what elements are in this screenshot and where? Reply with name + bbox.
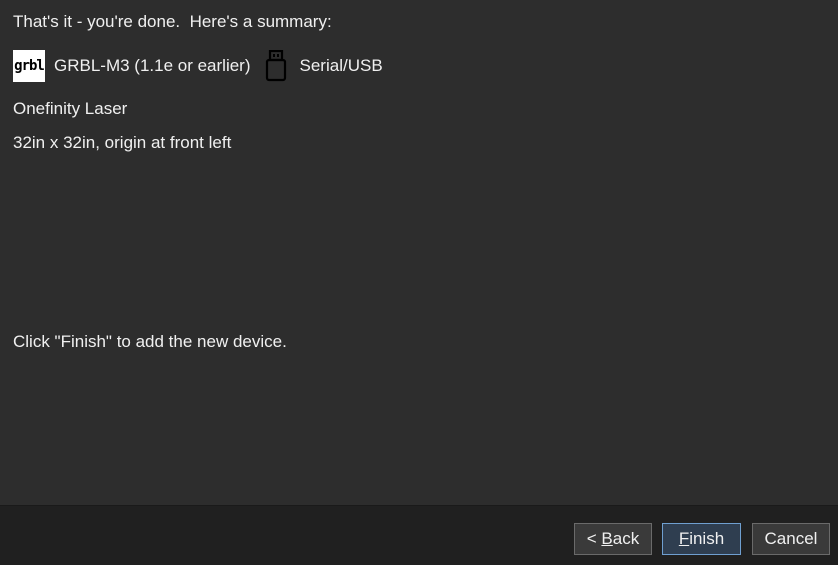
button-bar: < Back Finish Cancel (0, 505, 838, 565)
summary-title: That's it - you're done. Here's a summar… (13, 12, 332, 31)
grbl-logo: grbl (13, 49, 45, 82)
usb-icon (264, 49, 288, 83)
finish-hint: Click "Finish" to add the new device. (13, 332, 287, 351)
device-summary-row: grbl GRBL-M3 (1.1e or earlier) Serial/US… (13, 49, 383, 82)
wizard-content: That's it - you're done. Here's a summar… (0, 0, 838, 505)
finish-rest: inish (689, 529, 725, 548)
finish-mnemonic: F (678, 529, 690, 548)
back-prefix: < (586, 529, 602, 548)
back-mnemonic: B (601, 529, 613, 548)
connection-label: Serial/USB (299, 55, 383, 75)
firmware-label: GRBL-M3 (1.1e or earlier) (54, 55, 251, 75)
back-rest: ack (612, 529, 640, 548)
device-name: Onefinity Laser (13, 99, 128, 118)
bed-size: 32in x 32in, origin at front left (13, 133, 232, 152)
finish-button[interactable]: Finish (662, 523, 741, 555)
cancel-button[interactable]: Cancel (752, 523, 830, 555)
back-button[interactable]: < Back (574, 523, 652, 555)
